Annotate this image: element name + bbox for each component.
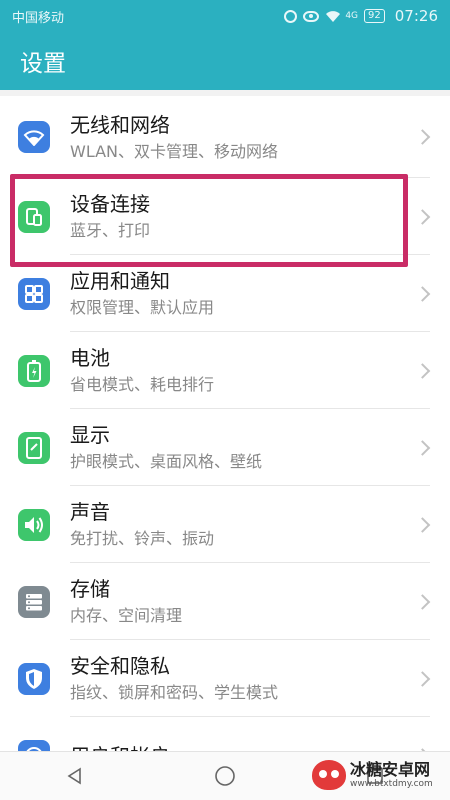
settings-list: 无线和网络 WLAN、双卡管理、移动网络 设备连接 蓝牙、打印 应用和通知 权限… [0, 96, 450, 751]
settings-item-battery[interactable]: 电池 省电模式、耗电排行 [0, 332, 450, 409]
apps-icon [18, 277, 50, 310]
settings-item-title: 声音 [70, 500, 110, 524]
settings-item-device-connection[interactable]: 设备连接 蓝牙、打印 [0, 178, 450, 255]
home-button[interactable] [205, 756, 245, 796]
watermark-title: 冰糖安卓网 [350, 759, 431, 779]
user-icon [18, 739, 50, 751]
settings-item-security-privacy[interactable]: 安全和隐私 指纹、锁屏和密码、学生模式 [0, 640, 450, 717]
network-type: 4G [345, 11, 359, 21]
settings-item-subtitle: 省电模式、耗电排行 [70, 375, 215, 394]
alarm-icon [284, 9, 298, 23]
wifi-icon [18, 121, 50, 153]
settings-item-title: 安全和隐私 [70, 654, 170, 678]
back-button[interactable] [55, 756, 95, 796]
carrier-name: 中国移动 [12, 10, 65, 26]
watermark-logo-icon [312, 760, 346, 790]
settings-item-title: 存储 [70, 577, 110, 601]
wifi-status-icon [325, 9, 341, 23]
back-triangle-icon [67, 767, 81, 785]
settings-item-wireless-network[interactable]: 无线和网络 WLAN、双卡管理、移动网络 [0, 96, 450, 178]
settings-item-subtitle: 指纹、锁屏和密码、学生模式 [70, 683, 279, 702]
eye-comfort-icon [303, 10, 320, 22]
settings-item-title: 电池 [70, 346, 110, 370]
settings-item-title: 应用和通知 [70, 269, 170, 293]
settings-item-title: 用户和帐户 [70, 743, 450, 752]
settings-item-subtitle: WLAN、双卡管理、移动网络 [70, 141, 279, 161]
settings-item-subtitle: 内存、空间清理 [70, 606, 183, 625]
battery-icon [18, 354, 50, 387]
settings-item-apps-notifications[interactable]: 应用和通知 权限管理、默认应用 [0, 255, 450, 332]
settings-item-storage[interactable]: 存储 内存、空间清理 [0, 563, 450, 640]
app-bar: 设置 [0, 32, 450, 90]
settings-item-sound[interactable]: 声音 免打扰、铃声、振动 [0, 486, 450, 563]
clock: 07:26 [394, 7, 438, 25]
page-title: 设置 [20, 51, 66, 77]
settings-item-users-accounts[interactable]: 用户和帐户 [0, 717, 450, 751]
status-bar: 中国移动 4G 92 07:26 [0, 0, 450, 32]
settings-item-subtitle: 护眼模式、桌面风格、壁纸 [70, 452, 263, 471]
settings-item-subtitle: 蓝牙、打印 [70, 221, 151, 240]
watermark-url: www.btxtdmy.com [350, 778, 433, 789]
watermark: 冰糖安卓网 www.btxtdmy.com [312, 760, 433, 790]
settings-item-title: 设备连接 [70, 192, 150, 216]
status-icons: 4G 92 07:26 [284, 7, 438, 25]
settings-item-subtitle: 权限管理、默认应用 [70, 298, 215, 317]
storage-icon [18, 585, 50, 618]
device-connection-icon [18, 200, 50, 233]
settings-item-title: 无线和网络 [70, 112, 170, 137]
settings-item-subtitle: 免打扰、铃声、振动 [70, 529, 215, 548]
settings-item-display[interactable]: 显示 护眼模式、桌面风格、壁纸 [0, 409, 450, 486]
battery-level: 92 [364, 9, 385, 23]
home-circle-icon [215, 766, 235, 786]
security-icon [18, 662, 50, 695]
settings-item-title: 显示 [70, 423, 110, 447]
display-icon [18, 431, 50, 464]
sound-icon [18, 508, 50, 541]
